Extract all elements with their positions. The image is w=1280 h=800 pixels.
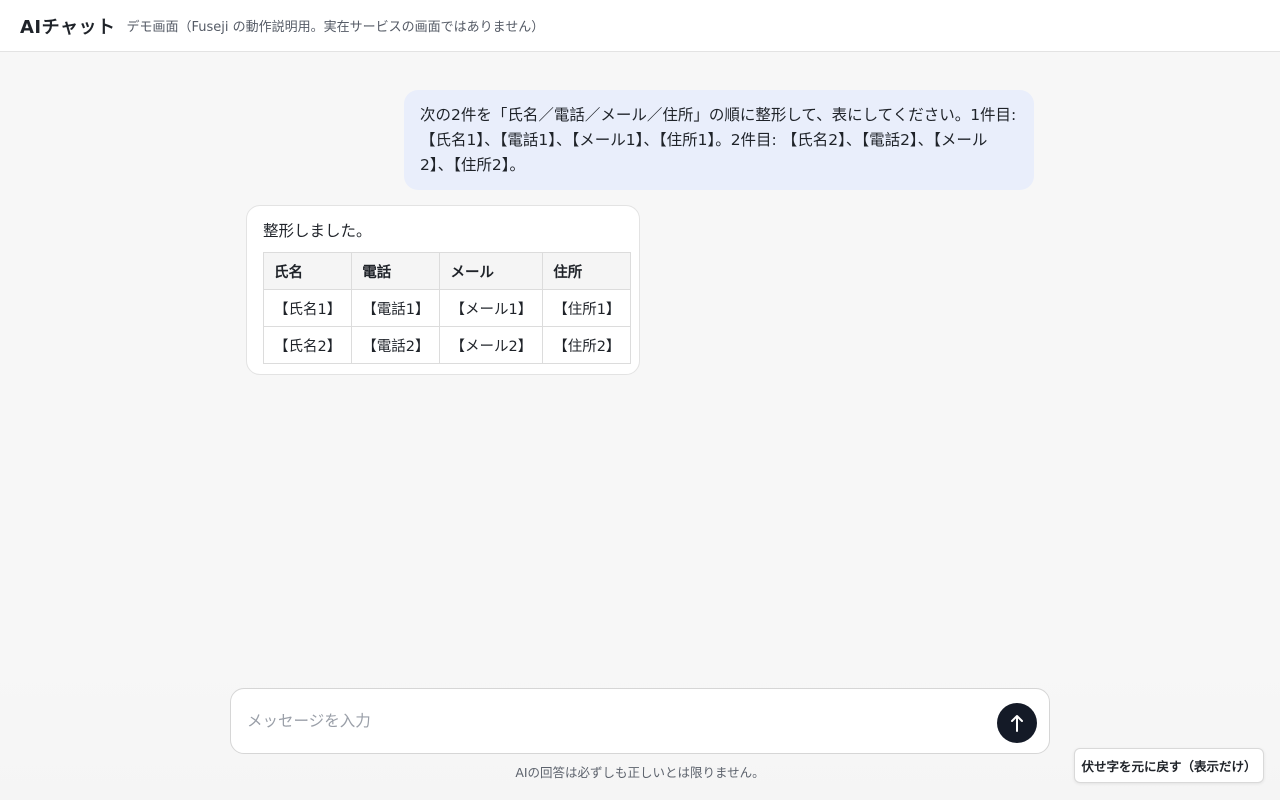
send-button[interactable] — [997, 703, 1037, 743]
result-table: 氏名 電話 メール 住所 【氏名1】 【電話1】 【メール1】 【住所1】 【氏… — [262, 252, 632, 364]
app-header: AIチャット デモ画面（Fuseji の動作説明用。実在サービスの画面ではありま… — [0, 0, 1280, 52]
message-composer — [230, 688, 1050, 754]
table-row: 【氏名1】 【電話1】 【メール1】 【住所1】 — [262, 289, 632, 327]
table-cell: 【電話2】 — [351, 326, 441, 364]
assistant-message: 整形しました。 氏名 電話 メール 住所 【氏名1】 【電話1】 【メール1】 … — [246, 205, 640, 375]
table-cell: 【住所2】 — [542, 326, 632, 364]
arrow-up-icon — [1011, 715, 1023, 732]
table-row: 【氏名2】 【電話2】 【メール2】 【住所2】 — [262, 326, 632, 364]
table-header-cell: 住所 — [542, 252, 632, 290]
table-cell: 【氏名1】 — [262, 289, 353, 327]
restore-masked-text-button[interactable]: 伏せ字を元に戻す（表示だけ） — [1074, 748, 1264, 783]
table-header-cell: 電話 — [351, 252, 441, 290]
table-header-cell: 氏名 — [262, 252, 353, 290]
user-message: 次の2件を「氏名／電話／メール／住所」の順に整形して、表にしてください。1件目:… — [404, 90, 1034, 190]
table-cell: 【住所1】 — [542, 289, 632, 327]
app-subtitle: デモ画面（Fuseji の動作説明用。実在サービスの画面ではありません） — [126, 20, 545, 35]
message-input[interactable] — [247, 689, 987, 753]
assistant-message-text: 整形しました。 — [263, 222, 372, 240]
table-cell: 【電話1】 — [351, 289, 441, 327]
table-cell: 【メール2】 — [439, 326, 544, 364]
table-header-row: 氏名 電話 メール 住所 — [262, 252, 632, 290]
table-header-cell: メール — [439, 252, 544, 290]
table-cell: 【メール1】 — [439, 289, 544, 327]
app-title: AIチャット — [20, 16, 116, 38]
table-cell: 【氏名2】 — [262, 326, 353, 364]
